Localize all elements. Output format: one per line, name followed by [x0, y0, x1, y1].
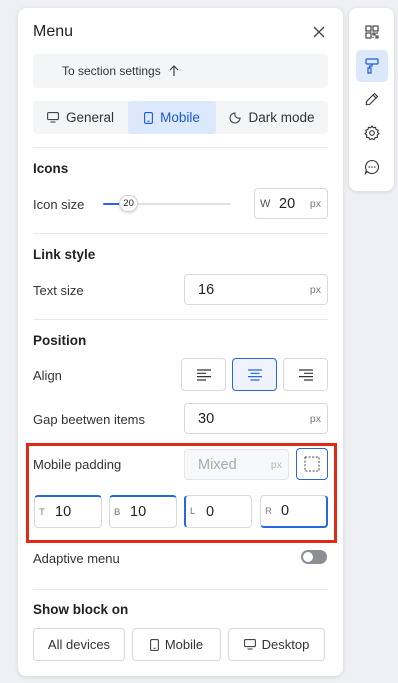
icon-size-slider-thumb[interactable]: 20: [119, 195, 139, 212]
padding-right-input[interactable]: R 0: [260, 495, 328, 528]
gap-unit: px: [309, 412, 321, 425]
text-size-unit: px: [309, 283, 321, 296]
tab-general[interactable]: General: [33, 101, 128, 134]
mobile-icon: [144, 111, 154, 124]
icon-size-label: Icon size: [33, 197, 85, 212]
mobile-padding-unit: px: [270, 458, 282, 471]
paint-roller-button[interactable]: [356, 50, 388, 82]
mobile-padding-input[interactable]: Mixed px: [184, 449, 289, 480]
side-toolbar: [349, 8, 394, 191]
mobile-padding-placeholder: Mixed: [198, 456, 237, 473]
icon-width-value: 20: [279, 195, 296, 212]
mobile-padding-label: Mobile padding: [33, 457, 122, 472]
to-section-settings-link[interactable]: To section settings: [33, 54, 328, 88]
settings-button[interactable]: [356, 117, 388, 149]
mobile-button[interactable]: Mobile: [132, 628, 221, 661]
gap-label: Gap beetwen items: [33, 412, 146, 427]
align-left-button[interactable]: [181, 358, 226, 391]
panel-title: Menu: [33, 23, 74, 40]
padding-left-input[interactable]: L 0: [184, 495, 252, 528]
tab-dark-mode-label: Dark mode: [248, 110, 315, 125]
section-link-label: To section settings: [62, 64, 161, 78]
align-right-icon: [298, 368, 313, 381]
icon-width-unit: px: [309, 197, 321, 210]
adaptive-menu-toggle[interactable]: [301, 550, 327, 564]
chat-icon: [364, 159, 380, 175]
text-size-label: Text size: [33, 283, 84, 298]
padding-top-input[interactable]: T 10: [34, 495, 102, 528]
padding-link-button[interactable]: [296, 448, 328, 480]
gap-value: 30: [198, 410, 215, 427]
adaptive-menu-label: Adaptive menu: [33, 551, 120, 566]
monitor-icon: [47, 112, 59, 123]
show-block-heading: Show block on: [33, 602, 129, 617]
text-size-value: 16: [198, 281, 215, 298]
tab-mobile[interactable]: Mobile: [128, 101, 216, 134]
toggle-knob: [303, 552, 313, 562]
align-left-icon: [196, 368, 211, 381]
menu-settings-panel: Menu To section settings General Mobile …: [18, 8, 343, 676]
tab-mobile-label: Mobile: [160, 110, 200, 125]
padding-bottom-input[interactable]: B 10: [109, 495, 177, 528]
divider: [33, 589, 328, 590]
qr-code-button[interactable]: [356, 16, 388, 48]
icon-width-input[interactable]: W 20 px: [254, 188, 328, 219]
paint-roller-icon: [365, 58, 379, 74]
all-devices-label: All devices: [47, 637, 111, 652]
divider: [33, 319, 328, 320]
mobile-label: Mobile: [164, 637, 204, 652]
device-mode-tabs: General Mobile Dark mode: [33, 101, 328, 134]
tab-dark-mode[interactable]: Dark mode: [216, 101, 328, 134]
padding-top-value: 10: [55, 504, 72, 520]
pencil-icon: [365, 92, 379, 106]
panel-header: Menu: [33, 21, 328, 43]
pencil-button[interactable]: [356, 83, 388, 115]
dashed-square-icon: [304, 456, 320, 472]
padding-bottom-prefix: B: [114, 506, 121, 518]
close-icon: [313, 26, 325, 38]
divider: [33, 147, 328, 148]
tab-general-label: General: [65, 110, 115, 125]
text-size-input[interactable]: 16 px: [184, 274, 328, 305]
close-button[interactable]: [310, 23, 328, 41]
monitor-icon: [243, 639, 256, 650]
padding-bottom-value: 10: [130, 504, 147, 520]
arrow-up-icon: [169, 65, 179, 76]
gear-icon: [364, 125, 380, 141]
align-center-icon: [247, 368, 262, 381]
qr-code-icon: [365, 25, 379, 39]
chat-button[interactable]: [356, 151, 388, 183]
width-prefix: W: [260, 197, 271, 210]
gap-input[interactable]: 30 px: [184, 403, 328, 434]
padding-left-value: 0: [206, 503, 215, 520]
desktop-button[interactable]: Desktop: [228, 628, 325, 661]
align-label: Align: [33, 368, 62, 383]
position-heading: Position: [33, 333, 87, 348]
align-right-button[interactable]: [283, 358, 328, 391]
icons-heading: Icons: [33, 161, 69, 176]
divider: [33, 233, 328, 234]
padding-top-prefix: T: [39, 506, 45, 518]
moon-icon: [229, 111, 242, 124]
all-devices-button[interactable]: All devices: [33, 628, 125, 661]
padding-left-prefix: L: [190, 506, 196, 517]
mobile-icon: [149, 638, 159, 651]
padding-right-value: 0: [281, 503, 290, 519]
desktop-label: Desktop: [261, 637, 310, 652]
align-center-button[interactable]: [232, 358, 277, 391]
link-style-heading: Link style: [33, 247, 96, 262]
padding-right-prefix: R: [265, 505, 272, 517]
